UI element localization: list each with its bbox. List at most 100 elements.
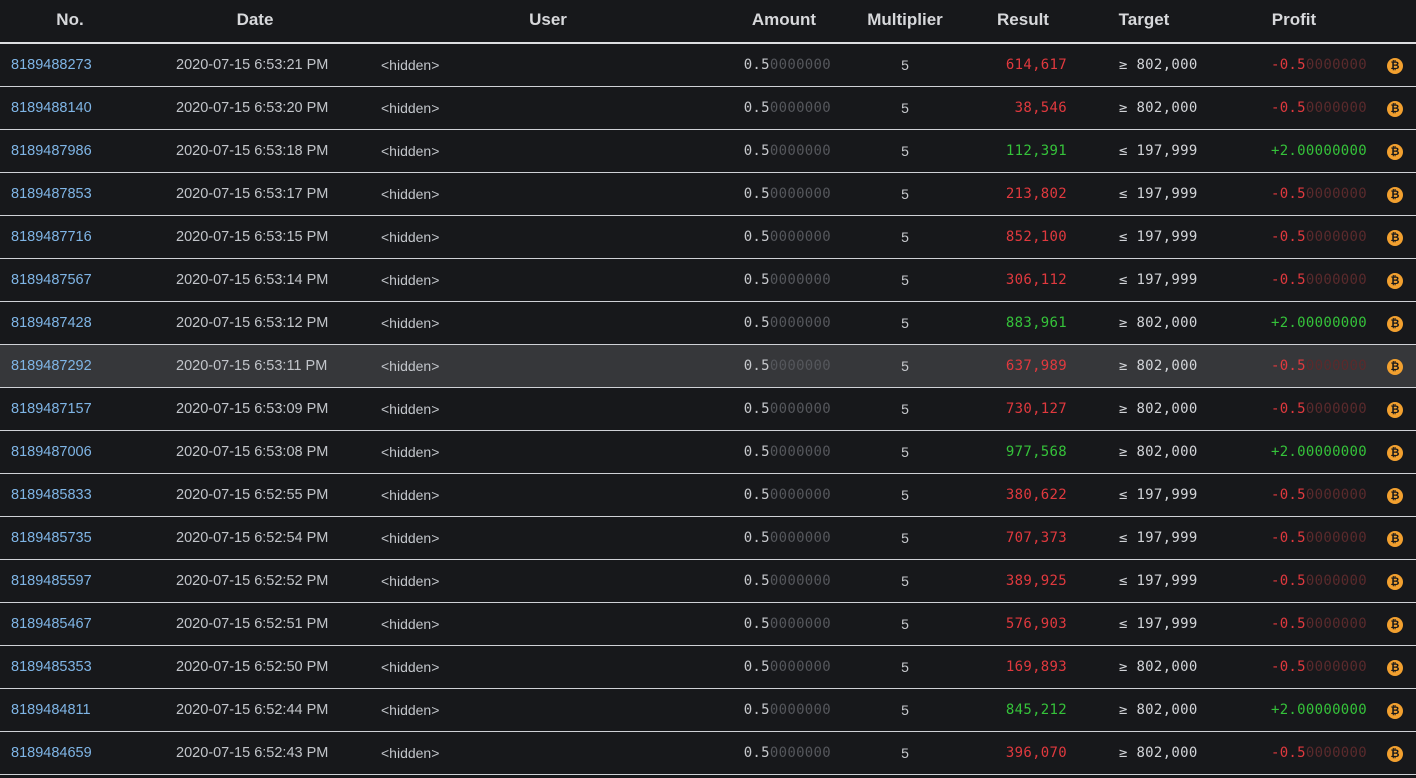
column-header-multiplier[interactable]: Multiplier xyxy=(867,0,943,42)
bet-multiplier: 5 xyxy=(901,659,909,675)
table-row[interactable]: 8189485597 2020-07-15 6:52:52 PM <hidden> 0… xyxy=(0,560,1416,603)
table-row[interactable]: 8189487853 2020-07-15 6:53:17 PM <hidden> 0… xyxy=(0,173,1416,216)
bet-user: <hidden> xyxy=(381,186,440,202)
bet-target: ≤ 197,999 xyxy=(1119,616,1198,632)
bet-amount: 0.50000000 xyxy=(743,702,831,718)
bet-date: 2020-07-15 6:53:08 PM xyxy=(176,444,329,460)
bitcoin-icon: ₿ xyxy=(1387,573,1403,590)
bet-number-link[interactable]: 8189487292 xyxy=(11,345,92,387)
bet-user: <hidden> xyxy=(381,573,440,589)
bet-amount: 0.50000000 xyxy=(743,616,831,632)
table-row[interactable]: 8189485353 2020-07-15 6:52:50 PM <hidden> 0… xyxy=(0,646,1416,689)
table-row[interactable]: 8189487567 2020-07-15 6:53:14 PM <hidden> 0… xyxy=(0,259,1416,302)
bet-target: ≥ 802,000 xyxy=(1119,702,1198,718)
table-row[interactable]: 8189484659 2020-07-15 6:52:43 PM <hidden> 0… xyxy=(0,732,1416,775)
bet-number-link[interactable]: 8189487428 xyxy=(11,302,92,344)
table-row[interactable]: 8189487716 2020-07-15 6:53:15 PM <hidden> 0… xyxy=(0,216,1416,259)
bet-user: <hidden> xyxy=(381,57,440,73)
bet-multiplier: 5 xyxy=(901,487,909,503)
bet-number-link[interactable]: 8189484659 xyxy=(11,732,92,774)
bet-multiplier: 5 xyxy=(901,143,909,159)
bet-date: 2020-07-15 6:52:44 PM xyxy=(176,702,329,718)
bet-user: <hidden> xyxy=(381,143,440,159)
bet-number-link[interactable]: 8189488140 xyxy=(11,87,92,129)
bet-number-link[interactable]: 8189485597 xyxy=(11,560,92,602)
bet-date: 2020-07-15 6:53:21 PM xyxy=(176,57,329,73)
bitcoin-icon: ₿ xyxy=(1387,702,1403,719)
bet-profit: -0.50000000 xyxy=(1270,487,1367,503)
table-row[interactable]: 8189484811 2020-07-15 6:52:44 PM <hidden> 0… xyxy=(0,689,1416,732)
bet-result: 845,212 xyxy=(1005,702,1067,718)
bet-date: 2020-07-15 6:53:12 PM xyxy=(176,315,329,331)
bet-profit: +2.00000000 xyxy=(1270,444,1367,460)
bet-number-link[interactable]: 8189487006 xyxy=(11,431,92,473)
bet-target: ≤ 197,999 xyxy=(1119,573,1198,589)
bet-result: 707,373 xyxy=(1005,530,1067,546)
column-header-profit[interactable]: Profit xyxy=(1272,0,1316,42)
bet-number-link[interactable]: 8189485735 xyxy=(11,517,92,559)
bet-number-link[interactable]: 8189487567 xyxy=(11,259,92,301)
bet-amount: 0.50000000 xyxy=(743,401,831,417)
bet-number-link[interactable]: 8189485353 xyxy=(11,646,92,688)
bitcoin-icon: ₿ xyxy=(1387,229,1403,246)
table-row[interactable]: 8189488140 2020-07-15 6:53:20 PM <hidden> 0… xyxy=(0,87,1416,130)
bet-amount: 0.50000000 xyxy=(743,745,831,761)
bet-multiplier: 5 xyxy=(901,100,909,116)
column-header-result[interactable]: Result xyxy=(997,0,1049,42)
bet-multiplier: 5 xyxy=(901,315,909,331)
column-header-target[interactable]: Target xyxy=(1119,0,1170,42)
bet-number-link[interactable]: 8189487157 xyxy=(11,388,92,430)
bet-profit: +2.00000000 xyxy=(1270,702,1367,718)
bitcoin-icon: ₿ xyxy=(1387,57,1403,74)
bet-profit: -0.50000000 xyxy=(1270,616,1367,632)
table-row[interactable]: 8189485735 2020-07-15 6:52:54 PM <hidden> 0… xyxy=(0,517,1416,560)
bet-target: ≤ 197,999 xyxy=(1119,487,1198,503)
bet-date: 2020-07-15 6:53:14 PM xyxy=(176,272,329,288)
bet-target: ≥ 802,000 xyxy=(1119,401,1198,417)
table-row[interactable]: 8189488273 2020-07-15 6:53:21 PM <hidden> 0… xyxy=(0,44,1416,87)
bet-number-link[interactable]: 8189487853 xyxy=(11,173,92,215)
bet-target: ≥ 802,000 xyxy=(1119,444,1198,460)
table-row[interactable]: 8189485467 2020-07-15 6:52:51 PM <hidden> 0… xyxy=(0,603,1416,646)
bitcoin-icon: ₿ xyxy=(1387,315,1403,332)
bet-number-link[interactable]: 8189484811 xyxy=(11,689,91,731)
bets-table: No. Date User Amount Multiplier Result T… xyxy=(0,0,1416,775)
bet-date: 2020-07-15 6:53:15 PM xyxy=(176,229,329,245)
column-header-user[interactable]: User xyxy=(529,0,567,42)
bet-multiplier: 5 xyxy=(901,444,909,460)
bet-multiplier: 5 xyxy=(901,573,909,589)
table-row[interactable]: 8189487006 2020-07-15 6:53:08 PM <hidden> 0… xyxy=(0,431,1416,474)
table-row[interactable]: 8189487292 2020-07-15 6:53:11 PM <hidden> 0… xyxy=(0,345,1416,388)
bet-date: 2020-07-15 6:52:55 PM xyxy=(176,487,329,503)
bet-target: ≤ 197,999 xyxy=(1119,272,1198,288)
bet-user: <hidden> xyxy=(381,487,440,503)
table-row[interactable]: 8189487428 2020-07-15 6:53:12 PM <hidden> 0… xyxy=(0,302,1416,345)
table-row[interactable]: 8189487986 2020-07-15 6:53:18 PM <hidden> 0… xyxy=(0,130,1416,173)
bet-number-link[interactable]: 8189485833 xyxy=(11,474,92,516)
bet-date: 2020-07-15 6:53:18 PM xyxy=(176,143,329,159)
bet-number-link[interactable]: 8189487986 xyxy=(11,130,92,172)
bet-result: 380,622 xyxy=(1005,487,1067,503)
column-header-date[interactable]: Date xyxy=(237,0,274,42)
table-header: No. Date User Amount Multiplier Result T… xyxy=(0,0,1416,44)
bet-amount: 0.50000000 xyxy=(743,487,831,503)
bet-number-link[interactable]: 8189488273 xyxy=(11,44,92,86)
bitcoin-icon: ₿ xyxy=(1387,186,1403,203)
bet-amount: 0.50000000 xyxy=(743,100,831,116)
table-body: 8189488273 2020-07-15 6:53:21 PM <hidden> 0… xyxy=(0,44,1416,775)
bet-number-link[interactable]: 8189485467 xyxy=(11,603,92,645)
table-row[interactable]: 8189485833 2020-07-15 6:52:55 PM <hidden> 0… xyxy=(0,474,1416,517)
bet-target: ≥ 802,000 xyxy=(1119,745,1198,761)
bet-user: <hidden> xyxy=(381,616,440,632)
bet-number-link[interactable]: 8189487716 xyxy=(11,216,92,258)
bitcoin-icon: ₿ xyxy=(1387,659,1403,676)
bet-date: 2020-07-15 6:53:11 PM xyxy=(176,358,328,374)
column-header-amount[interactable]: Amount xyxy=(752,0,816,42)
table-row[interactable]: 8189487157 2020-07-15 6:53:09 PM <hidden> 0… xyxy=(0,388,1416,431)
bet-amount: 0.50000000 xyxy=(743,573,831,589)
bet-date: 2020-07-15 6:53:09 PM xyxy=(176,401,329,417)
bet-multiplier: 5 xyxy=(901,358,909,374)
column-header-no[interactable]: No. xyxy=(56,0,83,42)
bet-amount: 0.50000000 xyxy=(743,659,831,675)
bet-amount: 0.50000000 xyxy=(743,143,831,159)
